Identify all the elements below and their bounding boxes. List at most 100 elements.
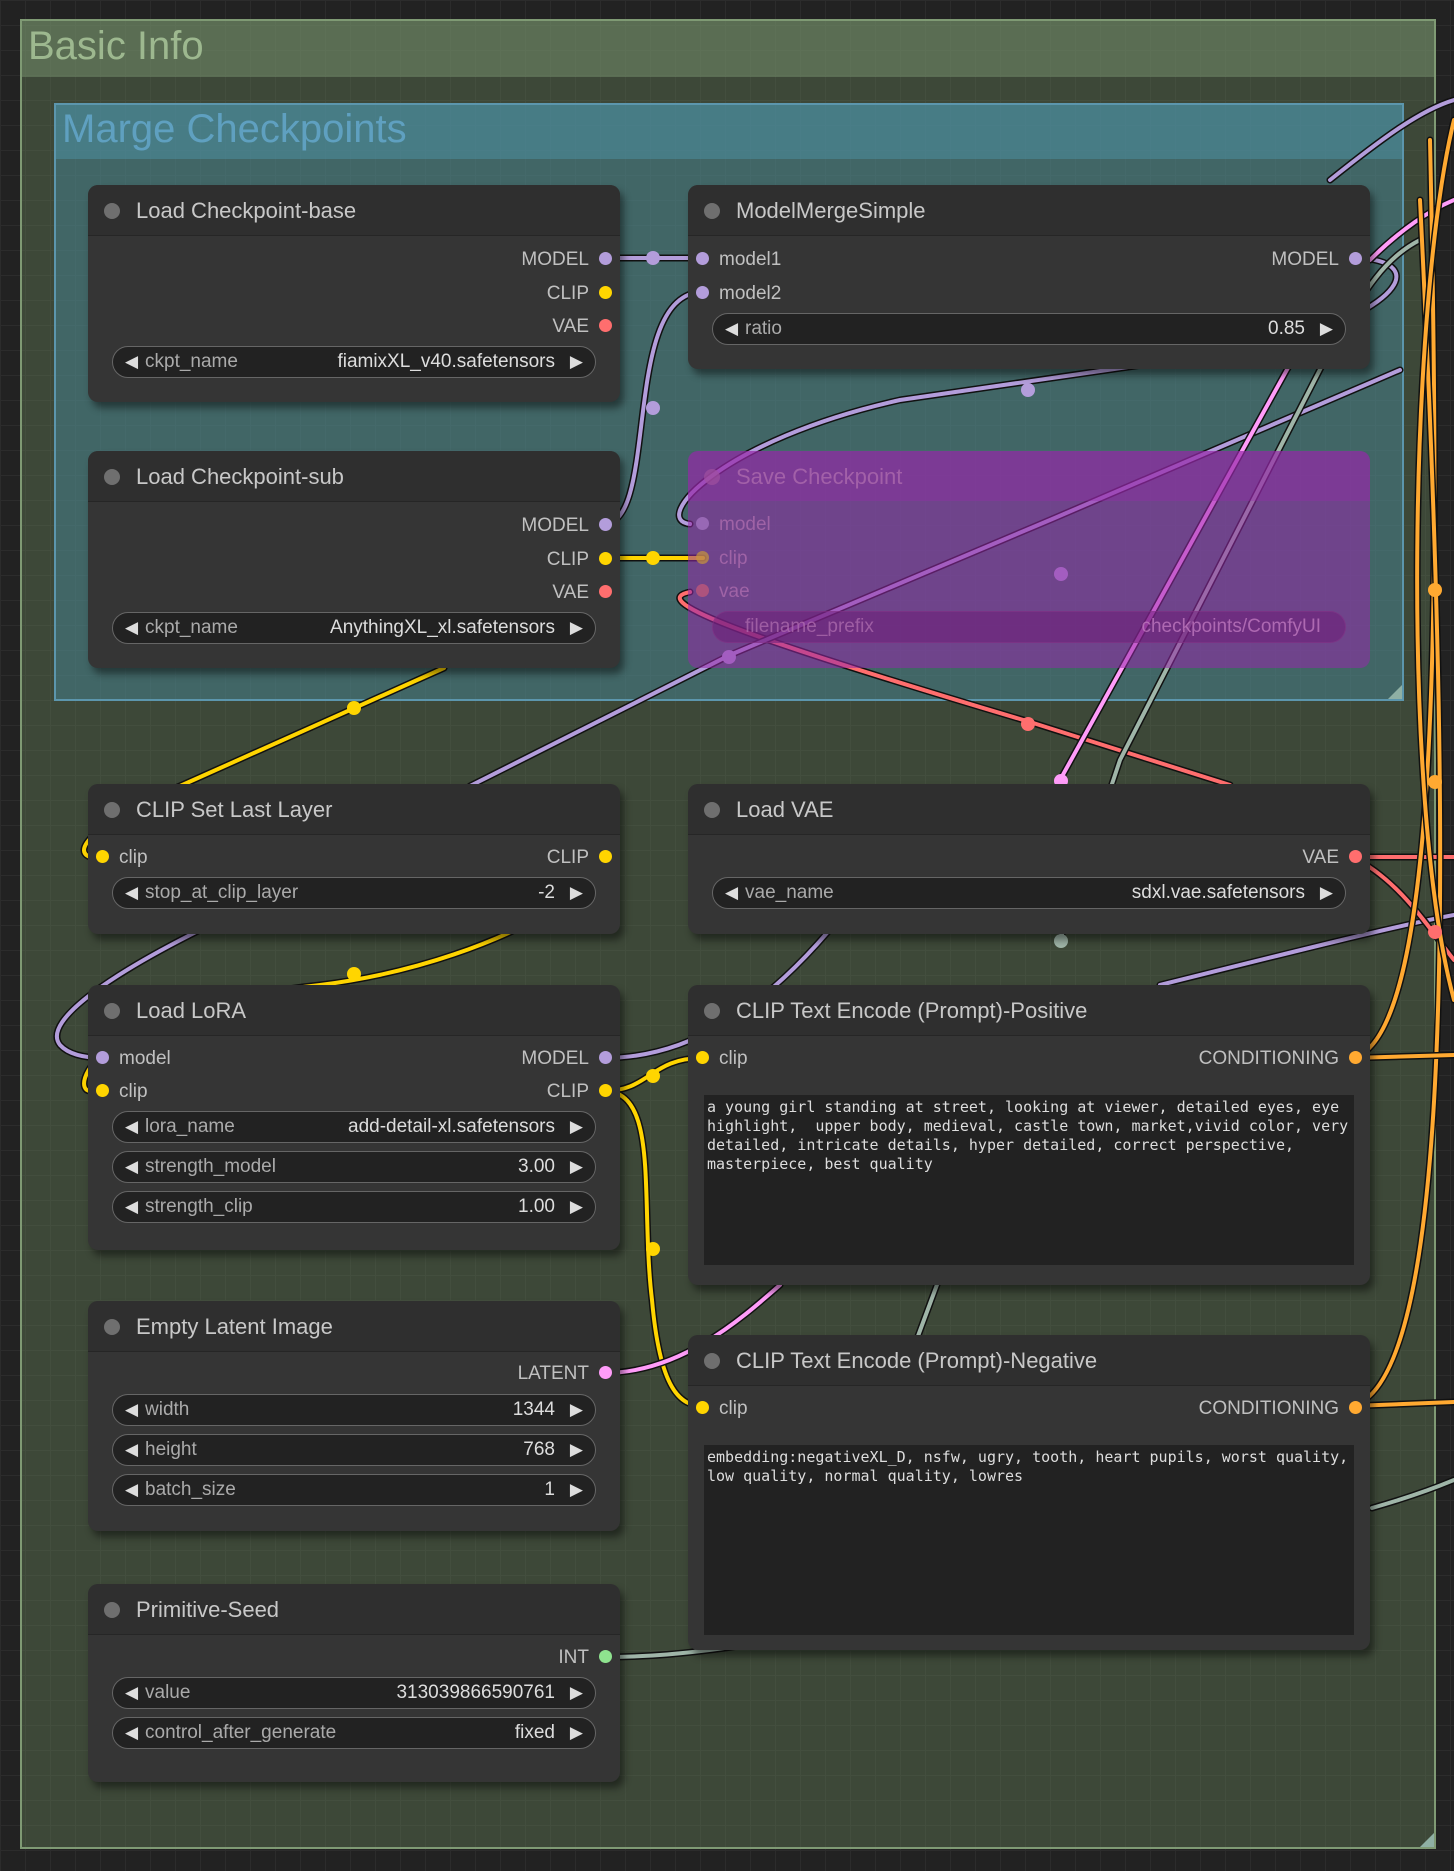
collapse-dot-icon[interactable] (104, 802, 120, 818)
node-title-bar[interactable]: CLIP Text Encode (Prompt)-Negative (688, 1335, 1370, 1386)
output-model[interactable]: MODEL (521, 244, 612, 276)
output-model[interactable]: MODEL (1271, 244, 1362, 276)
increment-arrow-icon[interactable]: ▶ (570, 1395, 583, 1425)
collapse-dot-icon[interactable] (104, 1319, 120, 1335)
input-clip[interactable]: clip (96, 842, 148, 874)
output-model[interactable]: MODEL (521, 1043, 612, 1075)
positive-prompt-textarea[interactable]: a young girl standing at street, looking… (704, 1095, 1354, 1265)
input-vae[interactable]: vae (696, 576, 750, 608)
model-pin-icon[interactable] (696, 251, 709, 265)
collapse-dot-icon[interactable] (104, 469, 120, 485)
node-primitive-seed[interactable]: Primitive-Seed INT ◀ value 3130398665907… (88, 1584, 620, 1782)
output-clip[interactable]: CLIP (547, 544, 612, 576)
clip-pin-icon[interactable] (96, 849, 109, 863)
decrement-arrow-icon[interactable]: ◀ (725, 878, 738, 908)
increment-arrow-icon[interactable]: ▶ (570, 1678, 583, 1708)
node-save-checkpoint[interactable]: Save Checkpoint model clip vae ◀ filenam… (688, 451, 1370, 668)
node-title-bar[interactable]: CLIP Set Last Layer (88, 784, 620, 835)
model-pin-icon[interactable] (1349, 251, 1362, 265)
node-title-bar[interactable]: CLIP Text Encode (Prompt)-Positive (688, 985, 1370, 1036)
node-clip-text-encode-positive[interactable]: CLIP Text Encode (Prompt)-Positive clip … (688, 985, 1370, 1285)
increment-arrow-icon[interactable]: ▶ (1320, 878, 1333, 908)
input-clip[interactable]: clip (696, 1043, 748, 1075)
negative-prompt-textarea[interactable]: embedding:negativeXL_D, nsfw, ugry, toot… (704, 1445, 1354, 1635)
widget-seed-value[interactable]: ◀ value 313039866590761 ▶ (112, 1677, 596, 1709)
decrement-arrow-icon[interactable]: ◀ (125, 1678, 138, 1708)
int-pin-icon[interactable] (599, 1649, 612, 1663)
output-vae[interactable]: VAE (552, 577, 612, 609)
input-model1[interactable]: model1 (696, 244, 781, 276)
decrement-arrow-icon[interactable]: ◀ (125, 1718, 138, 1748)
collapse-dot-icon[interactable] (104, 203, 120, 219)
node-title-bar[interactable]: Empty Latent Image (88, 1301, 620, 1352)
clip-pin-icon[interactable] (696, 1400, 709, 1414)
model-pin-icon[interactable] (599, 1050, 612, 1064)
input-model[interactable]: model (696, 509, 771, 541)
output-latent[interactable]: LATENT (518, 1358, 612, 1390)
model-pin-icon[interactable] (599, 517, 612, 531)
vae-pin-icon[interactable] (599, 584, 612, 598)
clip-pin-icon[interactable] (696, 550, 709, 564)
conditioning-pin-icon[interactable] (1349, 1050, 1362, 1064)
input-clip[interactable]: clip (96, 1076, 148, 1108)
decrement-arrow-icon[interactable]: ◀ (125, 1395, 138, 1425)
input-model2[interactable]: model2 (696, 278, 781, 310)
increment-arrow-icon[interactable]: ▶ (570, 1475, 583, 1505)
decrement-arrow-icon[interactable]: ◀ (125, 1435, 138, 1465)
clip-pin-icon[interactable] (599, 1083, 612, 1097)
widget-lora-name[interactable]: ◀ lora_name add-detail-xl.safetensors ▶ (112, 1111, 596, 1143)
widget-filename-prefix[interactable]: ◀ filename_prefix checkpoints/ComfyUI (712, 611, 1346, 643)
widget-strength-model[interactable]: ◀ strength_model 3.00 ▶ (112, 1151, 596, 1183)
widget-ckpt-name[interactable]: ◀ ckpt_name fiamixXL_v40.safetensors ▶ (112, 346, 596, 378)
vae-pin-icon[interactable] (599, 318, 612, 332)
latent-pin-icon[interactable] (599, 1365, 612, 1379)
collapse-dot-icon[interactable] (704, 469, 720, 485)
widget-ratio[interactable]: ◀ ratio 0.85 ▶ (712, 313, 1346, 345)
increment-arrow-icon[interactable]: ▶ (570, 1435, 583, 1465)
collapse-dot-icon[interactable] (104, 1602, 120, 1618)
clip-pin-icon[interactable] (599, 551, 612, 565)
output-clip[interactable]: CLIP (547, 1076, 612, 1108)
collapse-dot-icon[interactable] (704, 203, 720, 219)
increment-arrow-icon[interactable]: ▶ (1320, 314, 1333, 344)
node-load-checkpoint-sub[interactable]: Load Checkpoint-sub MODEL CLIP VAE ◀ ckp… (88, 451, 620, 668)
output-int[interactable]: INT (558, 1642, 612, 1674)
output-model[interactable]: MODEL (521, 510, 612, 542)
model-pin-icon[interactable] (696, 285, 709, 299)
node-title-bar[interactable]: Save Checkpoint (688, 451, 1370, 501)
decrement-arrow-icon[interactable]: ◀ (125, 1152, 138, 1182)
clip-pin-icon[interactable] (96, 1083, 109, 1097)
output-clip[interactable]: CLIP (547, 278, 612, 310)
clip-pin-icon[interactable] (599, 849, 612, 863)
collapse-dot-icon[interactable] (704, 802, 720, 818)
output-clip[interactable]: CLIP (547, 842, 612, 874)
node-load-lora[interactable]: Load LoRA model clip MODEL CLIP ◀ lora_n… (88, 985, 620, 1250)
decrement-arrow-icon[interactable]: ◀ (125, 1192, 138, 1222)
input-clip[interactable]: clip (696, 543, 748, 575)
decrement-arrow-icon[interactable]: ◀ (125, 1475, 138, 1505)
vae-pin-icon[interactable] (1349, 849, 1362, 863)
widget-batch-size[interactable]: ◀ batch_size 1 ▶ (112, 1474, 596, 1506)
increment-arrow-icon[interactable]: ▶ (570, 347, 583, 377)
output-vae[interactable]: VAE (552, 311, 612, 343)
node-title-bar[interactable]: Load VAE (688, 784, 1370, 835)
node-title-bar[interactable]: Load Checkpoint-sub (88, 451, 620, 502)
node-clip-text-encode-negative[interactable]: CLIP Text Encode (Prompt)-Negative clip … (688, 1335, 1370, 1650)
decrement-arrow-icon[interactable]: ◀ (125, 878, 138, 908)
input-clip[interactable]: clip (696, 1393, 748, 1425)
decrement-arrow-icon[interactable]: ◀ (125, 347, 138, 377)
node-title-bar[interactable]: ModelMergeSimple (688, 185, 1370, 236)
increment-arrow-icon[interactable]: ▶ (570, 1112, 583, 1142)
model-pin-icon[interactable] (696, 516, 709, 530)
increment-arrow-icon[interactable]: ▶ (570, 1152, 583, 1182)
widget-height[interactable]: ◀ height 768 ▶ (112, 1434, 596, 1466)
node-title-bar[interactable]: Load Checkpoint-base (88, 185, 620, 236)
output-conditioning[interactable]: CONDITIONING (1199, 1043, 1362, 1075)
clip-pin-icon[interactable] (696, 1050, 709, 1064)
input-model[interactable]: model (96, 1043, 171, 1075)
node-title-bar[interactable]: Primitive-Seed (88, 1584, 620, 1635)
output-conditioning[interactable]: CONDITIONING (1199, 1393, 1362, 1425)
collapse-dot-icon[interactable] (704, 1353, 720, 1369)
node-empty-latent-image[interactable]: Empty Latent Image LATENT ◀ width 1344 ▶… (88, 1301, 620, 1531)
increment-arrow-icon[interactable]: ▶ (570, 878, 583, 908)
